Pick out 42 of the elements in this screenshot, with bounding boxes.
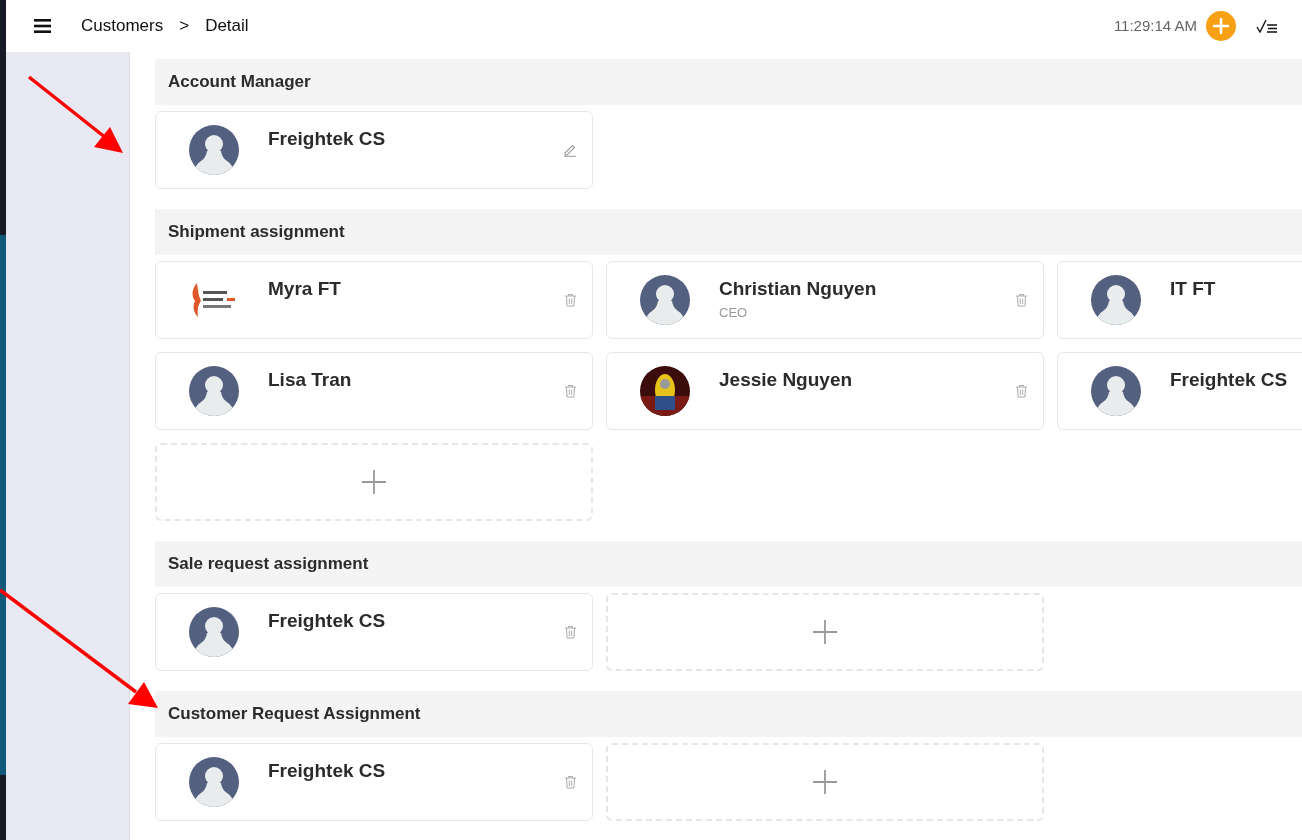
- delete-icon[interactable]: [1015, 293, 1028, 307]
- member-name: Lisa Tran: [268, 368, 352, 392]
- avatar-icon: [640, 275, 690, 325]
- member-name: Freightek CS: [1170, 368, 1288, 392]
- section-title: Customer Request Assignment: [168, 703, 421, 726]
- avatar-icon: [189, 125, 239, 175]
- member-name: Freightek CS: [268, 759, 386, 783]
- delete-icon[interactable]: [564, 625, 577, 639]
- edit-icon[interactable]: [563, 143, 577, 157]
- member-name: Freightek CS: [268, 127, 386, 151]
- plus-icon: [1213, 18, 1229, 34]
- member-name: Myra FT: [268, 277, 341, 301]
- avatar-icon: [189, 366, 239, 416]
- add-member-button[interactable]: [155, 443, 593, 521]
- add-button[interactable]: [1206, 11, 1236, 41]
- checklist-icon: [1256, 19, 1278, 33]
- member-name: Jessie Nguyen: [719, 368, 853, 392]
- avatar-icon: [189, 607, 239, 657]
- member-role: CEO: [719, 304, 749, 322]
- section-title: Sale request assignment: [168, 553, 369, 576]
- member-name: Freightek CS: [268, 609, 386, 633]
- clock-time: 11:29:14 AM: [1113, 15, 1197, 36]
- add-member-button[interactable]: [606, 593, 1044, 671]
- section-title: Account Manager: [168, 71, 311, 94]
- breadcrumb-link[interactable]: Customers: [81, 13, 164, 39]
- delete-icon[interactable]: [564, 384, 577, 398]
- delete-icon[interactable]: [1015, 384, 1028, 398]
- breadcrumb-link[interactable]: Detail: [205, 13, 249, 39]
- plus-icon: [361, 469, 387, 495]
- avatar-icon: [189, 757, 239, 807]
- menu-icon: [33, 19, 51, 33]
- avatar-icon: [1091, 366, 1141, 416]
- plus-icon: [812, 769, 838, 795]
- member-name: Christian Nguyen: [719, 277, 877, 301]
- section-title: Shipment assignment: [168, 221, 345, 244]
- delete-icon[interactable]: [564, 293, 577, 307]
- plus-icon: [812, 619, 838, 645]
- member-name: IT FT: [1170, 277, 1216, 301]
- breadcrumb-separator: >: [179, 15, 190, 38]
- delete-icon[interactable]: [564, 775, 577, 789]
- avatar-icon: [1091, 275, 1141, 325]
- add-member-button[interactable]: [606, 743, 1044, 821]
